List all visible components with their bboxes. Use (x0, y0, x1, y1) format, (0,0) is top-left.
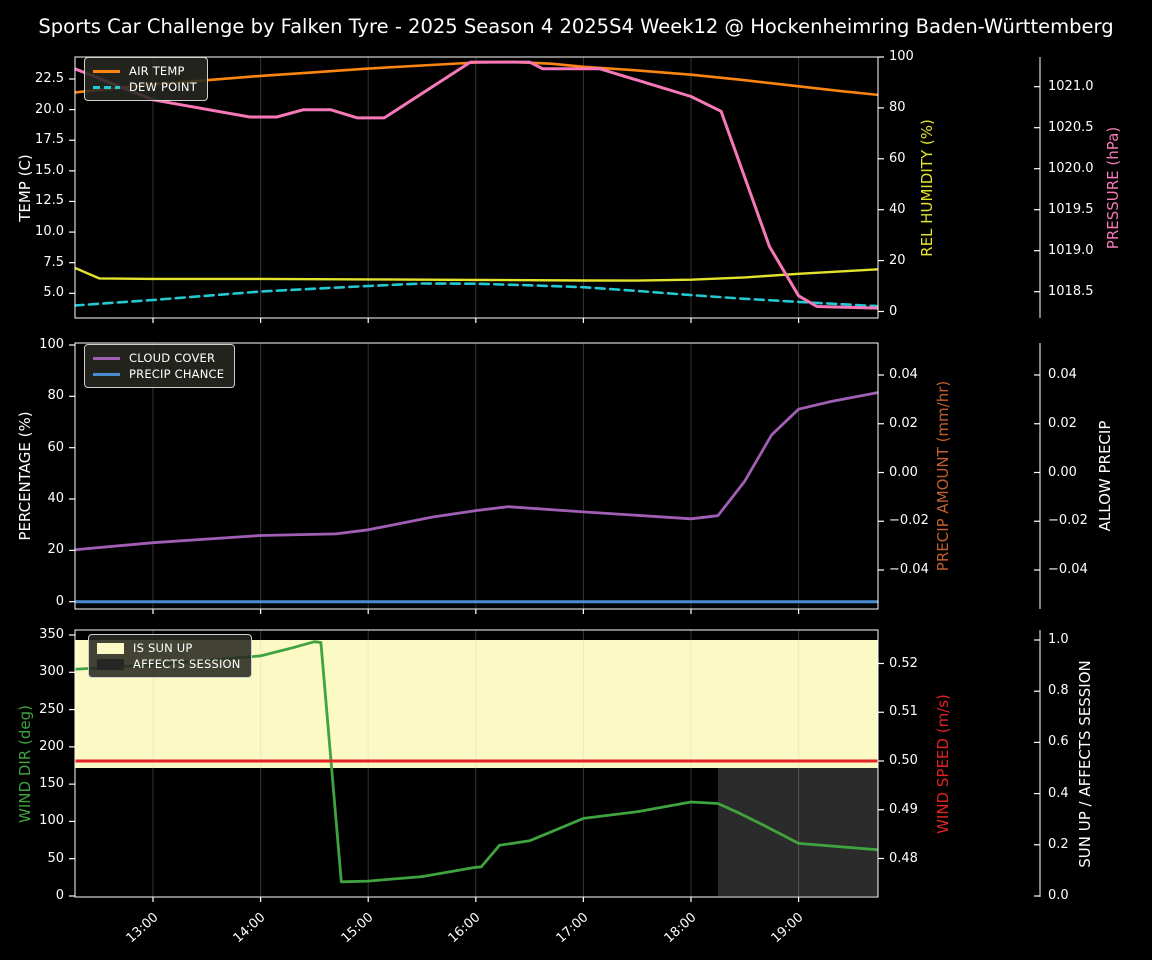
y-tick-label: 0.04 (1048, 367, 1077, 382)
y-tick-label: 150 (39, 776, 64, 792)
legend-item: CLOUD COVER (93, 350, 224, 366)
y-tick-label: 0.04 (889, 367, 918, 382)
y-tick-label: 80 (47, 388, 64, 404)
right-axis-outer-label: SUN UP / AFFECTS SESSION (1076, 659, 1094, 868)
y-tick-label: 0.6 (1048, 734, 1069, 750)
y-tick-label: 0.8 (1048, 683, 1069, 699)
right-axis-outer-label: PRESSURE (hPa) (1104, 126, 1122, 249)
legend-label: IS SUN UP (133, 641, 193, 655)
y-tick-label: 1.0 (1048, 632, 1069, 647)
y-tick-label: −0.04 (889, 562, 929, 577)
y-tick-label: 80 (889, 99, 906, 115)
y-tick-label: 60 (889, 150, 906, 166)
right-axis-inner-label: REL HUMIDITY (%) (918, 118, 936, 257)
legend: AIR TEMP DEW POINT (84, 57, 208, 101)
y-tick-label: 15.0 (35, 162, 64, 178)
y-tick-label: 100 (39, 813, 64, 829)
y-tick-label: 0 (55, 888, 64, 903)
y-tick-label: 1019.5 (1048, 201, 1094, 217)
y-tick-label: 300 (39, 664, 64, 680)
series-dew-point (75, 282, 878, 308)
y-tick-label: 1020.5 (1048, 119, 1094, 135)
y-tick-label: 17.5 (35, 132, 64, 148)
legend-swatch-icon (93, 69, 120, 73)
legend-swatch-icon (93, 372, 120, 376)
y-tick-label: −0.04 (1048, 562, 1088, 577)
y-tick-label: 1021.0 (1048, 78, 1094, 94)
y-tick-label: 20 (889, 252, 906, 268)
legend-item: AIR TEMP (93, 63, 197, 79)
plot-canvas (69, 56, 1041, 902)
right-axis-inner-label: PRECIP AMOUNT (mm/hr) (934, 380, 952, 572)
figure: Sports Car Challenge by Falken Tyre - 20… (0, 0, 1152, 960)
y-tick-label: 40 (47, 491, 64, 507)
left-axis-label: TEMP (C) (16, 153, 34, 222)
y-tick-label: 20 (47, 542, 64, 558)
legend-item: PRECIP CHANCE (93, 366, 224, 382)
y-tick-label: 0.0 (1048, 888, 1069, 903)
y-tick-label: 350 (39, 627, 64, 642)
y-tick-label: 5.0 (43, 285, 64, 301)
legend-swatch-icon (97, 658, 124, 670)
y-tick-label: 0.4 (1048, 785, 1069, 801)
right-axis-inner-label: WIND SPEED (m/s) (934, 693, 952, 834)
y-tick-label: −0.02 (889, 513, 929, 529)
y-tick-label: 0.52 (889, 655, 918, 671)
legend: CLOUD COVER PRECIP CHANCE (84, 344, 236, 388)
band-affects-session (717, 768, 878, 896)
legend: IS SUN UP AFFECTS SESSION (88, 634, 252, 678)
y-tick-label: 0.00 (1048, 464, 1077, 480)
right-axis-outer-label: ALLOW PRECIP (1096, 420, 1114, 532)
legend-label: AIR TEMP (129, 64, 185, 78)
y-tick-label: 1020.0 (1048, 160, 1094, 176)
y-tick-label: 1019.0 (1048, 242, 1094, 258)
y-tick-label: 200 (39, 738, 64, 754)
y-tick-label: 40 (889, 201, 906, 217)
y-tick-label: 0.2 (1048, 836, 1069, 852)
left-axis-label: PERCENTAGE (%) (16, 411, 34, 541)
y-tick-label: 10.0 (35, 224, 64, 240)
y-tick-label: 50 (47, 850, 64, 866)
legend-label: DEW POINT (129, 80, 197, 94)
y-tick-label: 22.5 (35, 71, 64, 86)
y-tick-label: 1018.5 (1048, 283, 1094, 299)
left-axis-label: WIND DIR (deg) (16, 704, 34, 823)
legend-item: IS SUN UP (97, 640, 241, 656)
legend-label: AFFECTS SESSION (133, 657, 241, 671)
y-tick-label: 0.48 (889, 850, 918, 866)
y-tick-label: 0.50 (889, 753, 918, 768)
y-tick-label: 250 (39, 701, 64, 717)
y-tick-label: 0.02 (1048, 415, 1077, 431)
y-tick-label: 12.5 (35, 193, 64, 209)
y-tick-label: 100 (889, 49, 914, 64)
legend-swatch-icon (93, 85, 120, 89)
series-cloud-cover (75, 391, 878, 552)
y-tick-label: 60 (47, 439, 64, 455)
y-tick-label: 7.5 (43, 254, 64, 270)
y-tick-label: 0.00 (889, 464, 918, 480)
y-tick-label: 0 (889, 303, 898, 319)
y-tick-label: −0.02 (1048, 513, 1088, 529)
series-rel-humidity (75, 266, 878, 282)
legend-label: PRECIP CHANCE (129, 367, 225, 381)
legend-label: CLOUD COVER (129, 351, 216, 365)
legend-item: AFFECTS SESSION (97, 656, 241, 672)
legend-item: DEW POINT (93, 79, 197, 95)
y-tick-label: 0.51 (889, 704, 918, 720)
legend-swatch-icon (97, 642, 124, 654)
legend-swatch-icon (93, 356, 120, 360)
y-tick-label: 0.02 (889, 415, 918, 431)
y-tick-label: 100 (39, 337, 64, 352)
y-tick-label: 20.0 (35, 101, 64, 117)
y-tick-label: 0 (55, 593, 64, 609)
y-tick-label: 0.49 (889, 801, 918, 817)
